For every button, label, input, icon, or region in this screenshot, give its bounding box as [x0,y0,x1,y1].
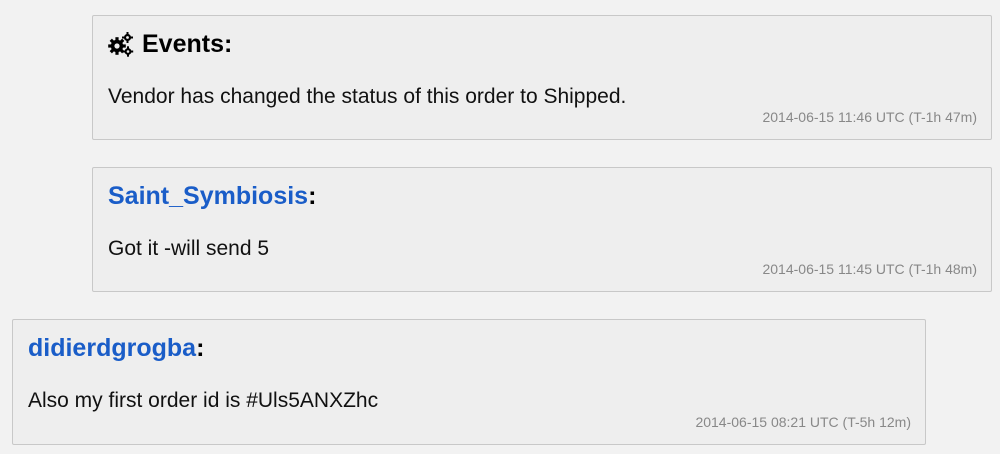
header-colon: : [196,334,205,362]
message-text: Vendor has changed the status of this or… [108,85,627,108]
message-text: Also my first order id is #Uls5ANXZhc [28,389,379,412]
gears-icon [108,32,134,57]
user-message: didierdgrogba: Also my first order id is… [12,319,926,445]
message-timestamp: 2014-06-15 11:45 UTC (T-1h 48m) [762,261,977,277]
message-timestamp: 2014-06-15 08:21 UTC (T-5h 12m) [695,414,911,430]
message-header: Saint_Symbiosis: [108,181,316,211]
username-link[interactable]: didierdgrogba [28,333,196,363]
user-message: Saint_Symbiosis: Got it -will send 5 201… [92,167,992,292]
message-timestamp: 2014-06-15 11:46 UTC (T-1h 47m) [762,109,977,125]
event-header: Events: [108,29,232,59]
message-text: Got it -will send 5 [108,237,270,260]
message-header: didierdgrogba: [28,333,204,363]
event-header-label: Events: [142,30,233,58]
username-link[interactable]: Saint_Symbiosis [108,181,308,211]
event-message: Events: Vendor has changed the status of… [92,15,992,140]
header-colon: : [308,182,317,210]
